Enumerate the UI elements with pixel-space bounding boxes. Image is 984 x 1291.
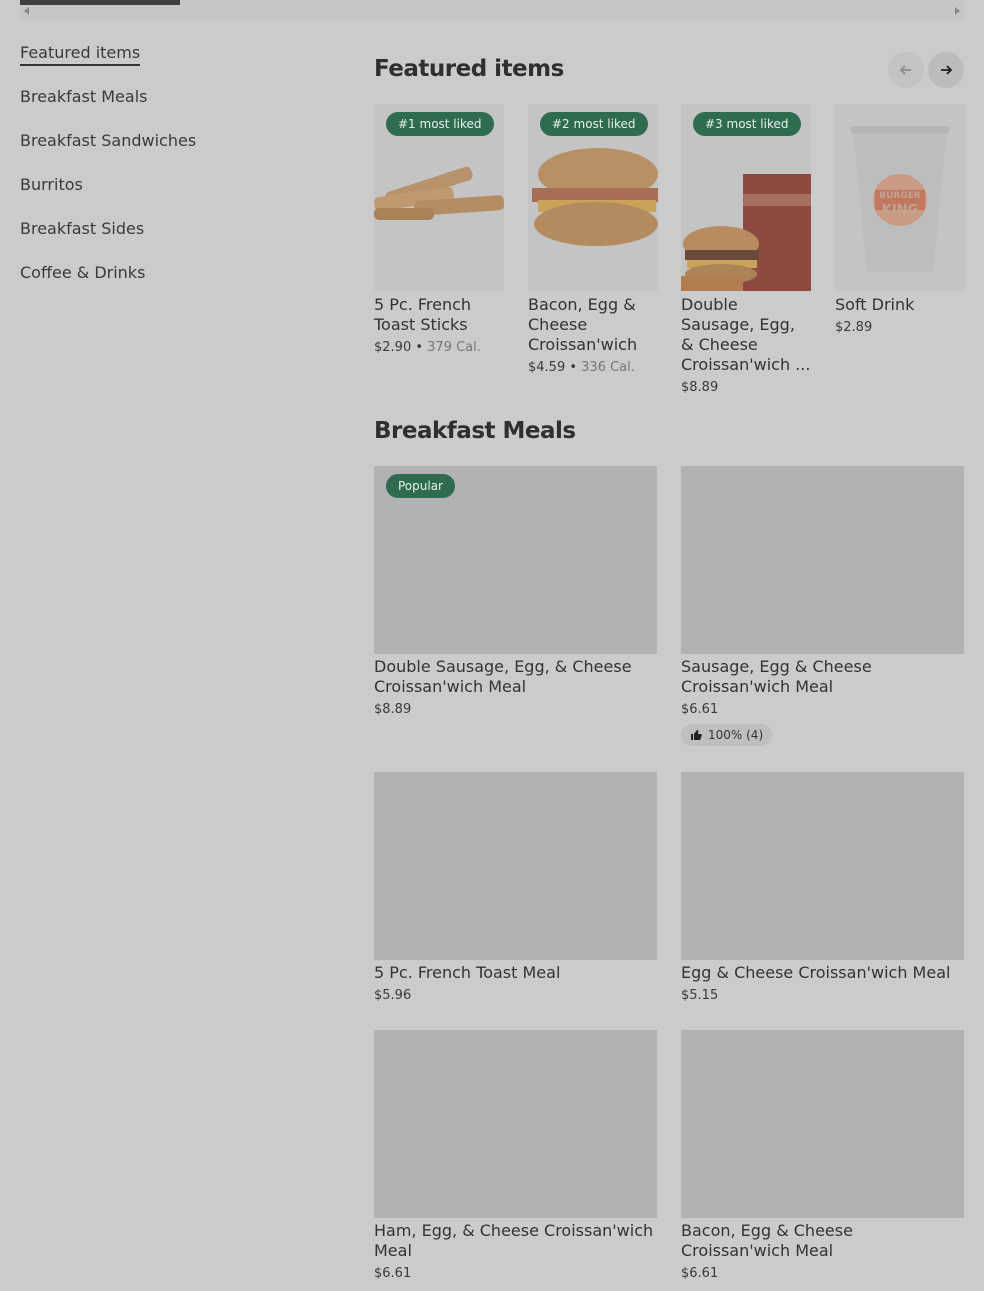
menu-item-card[interactable]: Sausage, Egg & Cheese Croissan'wich Meal… <box>681 466 964 746</box>
nav-item-breakfast-sides[interactable]: Breakfast Sides <box>20 216 320 260</box>
breakfast-meals-heading: Breakfast Meals <box>374 418 576 444</box>
item-name: 5 Pc. French Toast Sticks <box>374 295 472 334</box>
item-name: Bacon, Egg & Cheese Croissan'wich <box>528 295 638 354</box>
nav-item-featured-items[interactable]: Featured items <box>20 40 320 84</box>
item-meta: $8.89 <box>681 379 811 397</box>
meta-separator: • <box>411 340 428 355</box>
item-price: $8.89 <box>681 380 719 395</box>
item-meta: $2.89 <box>835 319 965 337</box>
item-price: $6.61 <box>374 1266 412 1281</box>
carousel-next-button[interactable] <box>928 52 964 88</box>
item-name: Egg & Cheese Croissan'wich Meal <box>681 963 951 982</box>
featured-item-card[interactable]: #1 most liked 5 Pc. French Toast Sticks … <box>374 104 504 357</box>
featured-item-card[interactable]: #2 most liked Bacon, Egg & Cheese Croiss… <box>528 104 658 377</box>
item-image: BURGER KING <box>835 104 965 291</box>
item-name: Bacon, Egg & Cheese Croissan'wich Meal <box>681 1221 853 1260</box>
menu-item-card[interactable]: 5 Pc. French Toast Meal $5.96 <box>374 772 657 1005</box>
nav-item-burritos[interactable]: Burritos <box>20 172 320 216</box>
item-price: $2.90 <box>374 340 412 355</box>
item-meta: $4.59 • 336 Cal. <box>528 359 658 377</box>
menu-item-card[interactable]: Ham, Egg, & Cheese Croissan'wich Meal $6… <box>374 1030 657 1283</box>
category-nav: Featured items Breakfast Meals Breakfast… <box>20 40 320 304</box>
item-price: $4.59 <box>528 360 566 375</box>
nav-item-breakfast-meals[interactable]: Breakfast Meals <box>20 84 320 128</box>
scrollbar-thumb[interactable] <box>20 0 180 5</box>
most-liked-badge: #1 most liked <box>386 112 494 136</box>
item-image-placeholder <box>374 772 657 960</box>
item-price: $6.61 <box>681 1266 719 1281</box>
item-price: $6.61 <box>681 702 719 717</box>
meta-separator: • <box>565 360 582 375</box>
rating-badge: 100% (4) <box>681 724 773 746</box>
item-name: Double Sausage, Egg, & Cheese Croissan'w… <box>681 295 811 374</box>
item-image-placeholder <box>681 1030 964 1218</box>
thumbs-up-icon <box>691 730 702 740</box>
scroll-right-arrow-icon[interactable] <box>955 7 960 15</box>
most-liked-badge: #2 most liked <box>540 112 648 136</box>
soft-drink-cup-image: BURGER KING <box>835 104 965 291</box>
item-name: Ham, Egg, & Cheese Croissan'wich Meal <box>374 1221 654 1260</box>
featured-item-card[interactable]: #3 most liked Double Sausage, Egg, & Che… <box>681 104 811 397</box>
item-image-placeholder: Popular <box>374 466 657 654</box>
menu-item-card[interactable]: Egg & Cheese Croissan'wich Meal $5.15 <box>681 772 964 1005</box>
item-name: Double Sausage, Egg, & Cheese Croissan'w… <box>374 657 632 696</box>
popular-badge: Popular <box>386 474 455 498</box>
arrow-left-icon <box>899 65 911 75</box>
item-name: 5 Pc. French Toast Meal <box>374 963 561 982</box>
menu-item-card[interactable]: Bacon, Egg & Cheese Croissan'wich Meal $… <box>681 1030 964 1283</box>
nav-item-coffee-drinks[interactable]: Coffee & Drinks <box>20 260 320 304</box>
menu-item-card[interactable]: Popular Double Sausage, Egg, & Cheese Cr… <box>374 466 657 719</box>
nav-item-breakfast-sandwiches[interactable]: Breakfast Sandwiches <box>20 128 320 172</box>
featured-item-card[interactable]: BURGER KING Soft Drink $2.89 <box>835 104 965 337</box>
most-liked-badge: #3 most liked <box>693 112 801 136</box>
burger-king-logo-text: BURGER <box>879 191 921 201</box>
item-image: #3 most liked <box>681 104 811 291</box>
item-name: Sausage, Egg & Cheese Croissan'wich Meal <box>681 657 872 696</box>
item-price: $2.89 <box>835 320 873 335</box>
item-name: Soft Drink <box>835 295 915 314</box>
item-price: $8.89 <box>374 702 412 717</box>
carousel-prev-button[interactable] <box>888 52 924 88</box>
item-price: $5.96 <box>374 988 412 1003</box>
burger-king-logo-text: KING <box>882 203 918 218</box>
item-meta: $2.90 • 379 Cal. <box>374 339 504 357</box>
item-calories: 379 Cal. <box>427 340 481 355</box>
item-calories: 336 Cal. <box>581 360 635 375</box>
item-image-placeholder <box>681 466 964 654</box>
featured-items-heading: Featured items <box>374 56 564 82</box>
item-image: #2 most liked <box>528 104 658 291</box>
scroll-left-arrow-icon[interactable] <box>24 7 29 15</box>
item-image-placeholder <box>681 772 964 960</box>
arrow-right-icon <box>941 65 953 75</box>
item-price: $5.15 <box>681 988 719 1003</box>
horizontal-scrollbar[interactable] <box>20 0 964 20</box>
item-image: #1 most liked <box>374 104 504 291</box>
rating-text: 100% (4) <box>708 728 764 742</box>
item-image-placeholder <box>374 1030 657 1218</box>
